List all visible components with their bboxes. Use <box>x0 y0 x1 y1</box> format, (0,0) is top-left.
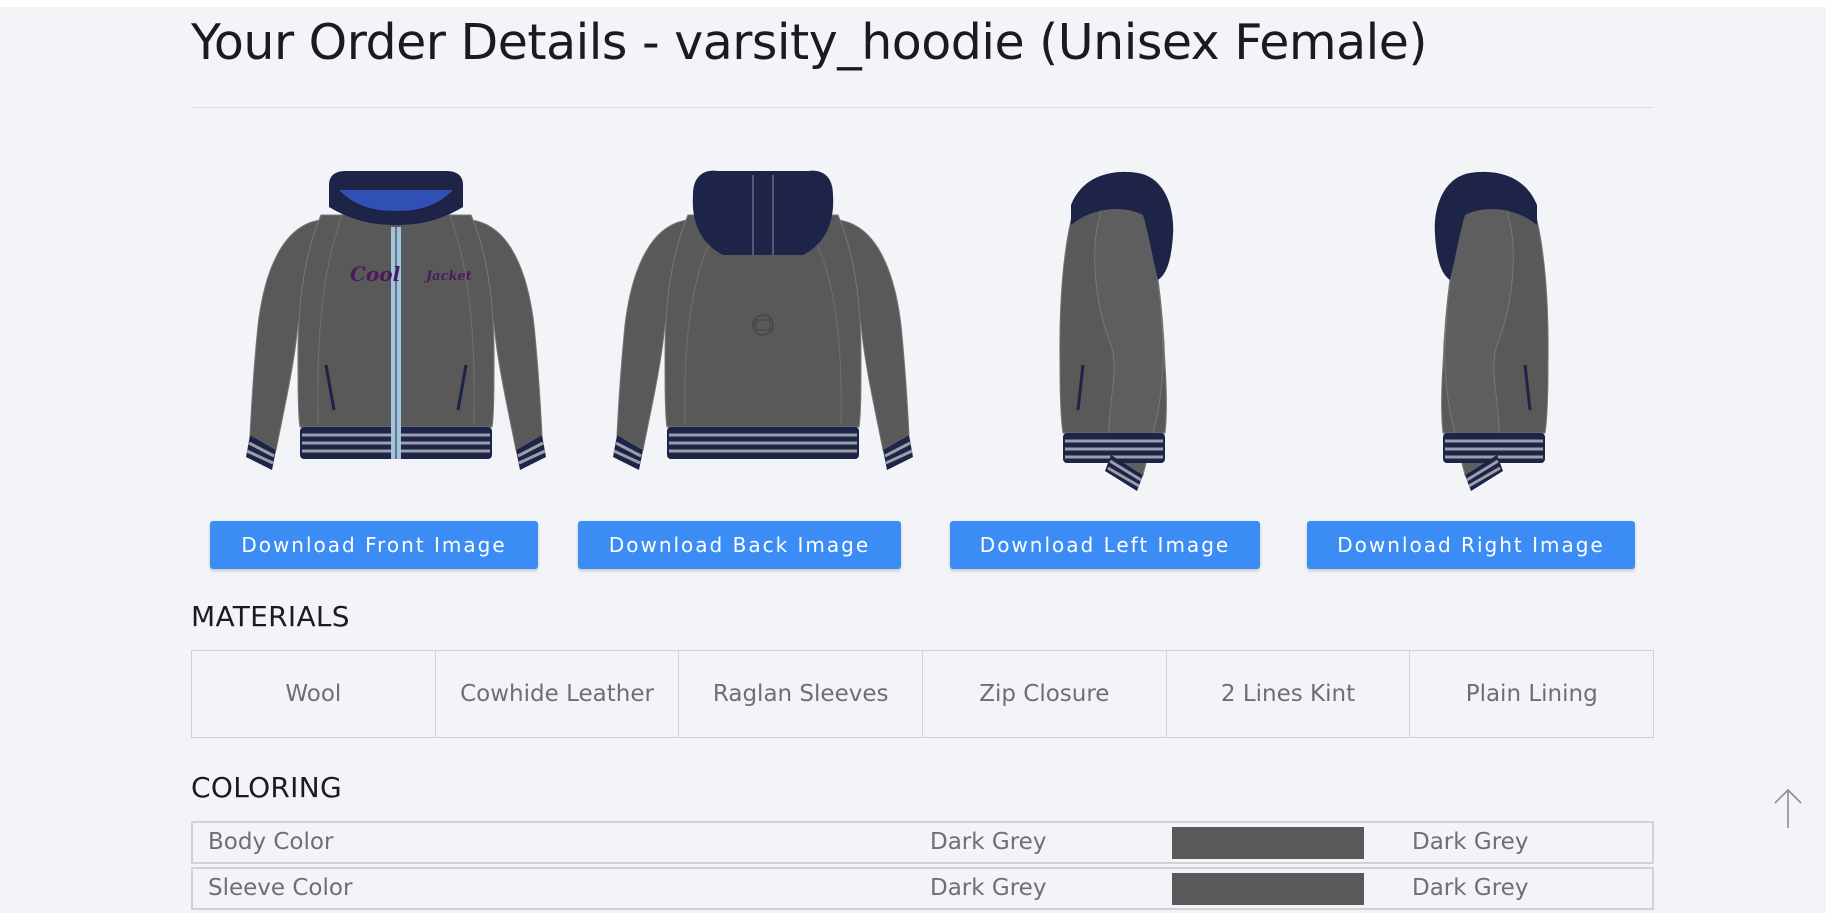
download-left-button[interactable]: Download Left Image <box>950 521 1260 569</box>
title-divider <box>191 107 1654 108</box>
color-row-sleeve: Sleeve Color Dark Grey Dark Grey <box>191 867 1654 910</box>
color-row-label: Sleeve Color <box>208 875 353 901</box>
back-view-image <box>593 165 933 495</box>
color-swatch <box>1172 873 1364 905</box>
download-back-button[interactable]: Download Back Image <box>578 521 901 569</box>
page-title: Your Order Details - varsity_hoodie (Uni… <box>191 14 1428 71</box>
material-item: Raglan Sleeves <box>679 651 924 737</box>
front-lettering-right: Jacket <box>423 269 472 284</box>
left-view-image <box>953 165 1293 495</box>
right-view-image <box>1315 165 1655 495</box>
front-view-image: Cool Jacket <box>226 165 566 495</box>
scroll-to-top-button[interactable] <box>1770 786 1806 830</box>
color-row-value: Dark Grey <box>1412 875 1529 901</box>
materials-heading: MATERIALS <box>191 600 350 633</box>
material-item: 2 Lines Kint <box>1167 651 1411 737</box>
color-row-body: Body Color Dark Grey Dark Grey <box>191 821 1654 864</box>
color-row-name: Dark Grey <box>930 829 1047 855</box>
color-row-name: Dark Grey <box>930 875 1047 901</box>
coloring-table: Body Color Dark Grey Dark Grey Sleeve Co… <box>191 821 1654 913</box>
coloring-heading: COLORING <box>191 771 342 804</box>
color-row-value: Dark Grey <box>1412 829 1529 855</box>
material-item: Cowhide Leather <box>436 651 680 737</box>
color-row-label: Body Color <box>208 829 334 855</box>
front-lettering-left: Cool <box>350 262 401 286</box>
materials-table: Wool Cowhide Leather Raglan Sleeves Zip … <box>191 650 1654 738</box>
material-item: Zip Closure <box>923 651 1167 737</box>
arrow-up-icon <box>1774 788 1802 828</box>
download-front-button[interactable]: Download Front Image <box>210 521 538 569</box>
material-item: Plain Lining <box>1465 681 1598 707</box>
download-right-button[interactable]: Download Right Image <box>1307 521 1635 569</box>
color-swatch <box>1172 827 1364 859</box>
material-item: Wool <box>192 651 436 737</box>
top-strip <box>0 0 1826 7</box>
product-views: Cool Jacket <box>191 165 1654 495</box>
